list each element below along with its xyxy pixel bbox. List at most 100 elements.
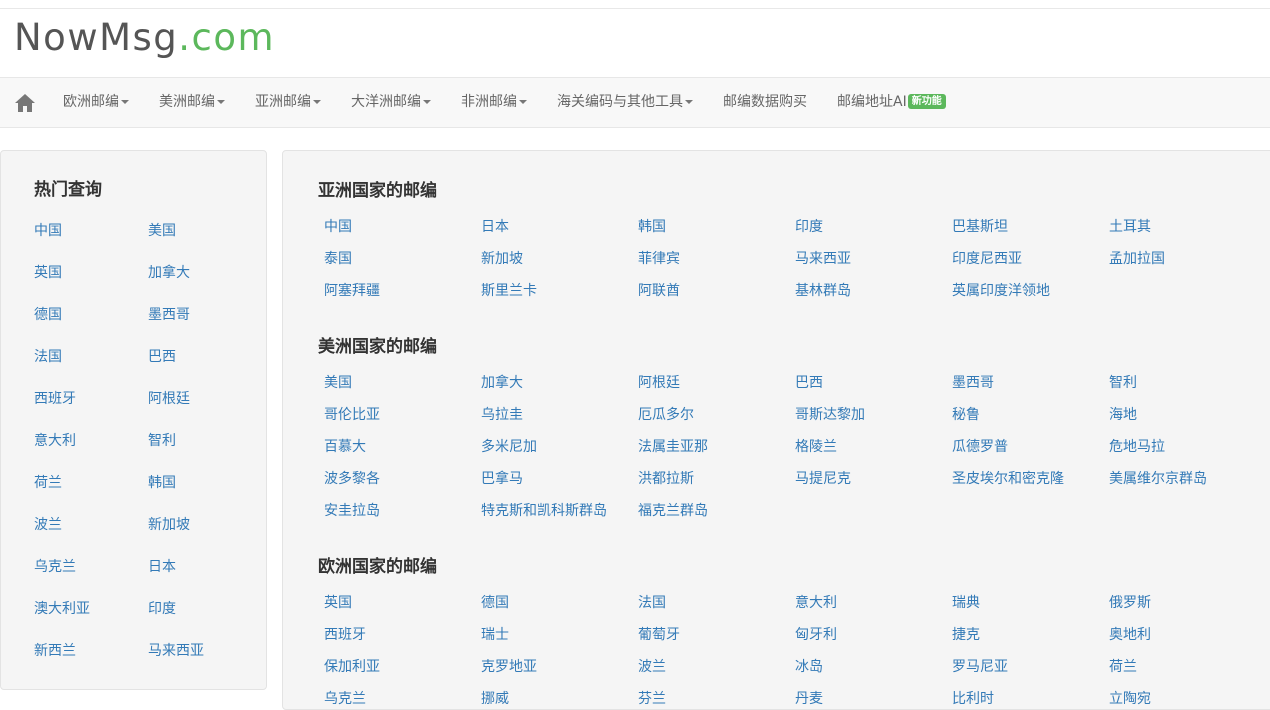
country-link[interactable]: 葡萄牙 [638, 624, 680, 644]
sidebar-country-link[interactable]: 美国 [148, 220, 176, 240]
nav-item-3[interactable]: 亚洲邮编 [255, 78, 321, 127]
country-link[interactable]: 阿联酋 [638, 280, 680, 300]
sidebar-country-link[interactable]: 波兰 [34, 514, 62, 534]
country-link[interactable]: 捷克 [952, 624, 980, 644]
country-link[interactable]: 格陵兰 [795, 436, 837, 456]
country-link[interactable]: 英属印度洋领地 [952, 280, 1050, 300]
country-link[interactable]: 瑞典 [952, 592, 980, 612]
country-link[interactable]: 德国 [481, 592, 509, 612]
country-link[interactable]: 洪都拉斯 [638, 468, 694, 488]
country-link[interactable]: 巴基斯坦 [952, 216, 1008, 236]
nav-item-1[interactable]: 欧洲邮编 [63, 78, 129, 127]
country-link[interactable]: 马提尼克 [795, 468, 851, 488]
country-link[interactable]: 丹麦 [795, 688, 823, 708]
country-link[interactable]: 罗马尼亚 [952, 656, 1008, 676]
country-link[interactable]: 土耳其 [1109, 216, 1151, 236]
country-link[interactable]: 比利时 [952, 688, 994, 708]
country-link[interactable]: 匈牙利 [795, 624, 837, 644]
site-logo[interactable]: NowMsg.com [14, 16, 275, 60]
sidebar-country-link[interactable]: 墨西哥 [148, 304, 190, 324]
country-link[interactable]: 芬兰 [638, 688, 666, 708]
sidebar-country-link[interactable]: 印度 [148, 598, 176, 618]
country-link[interactable]: 保加利亚 [324, 656, 380, 676]
country-link[interactable]: 印度 [795, 216, 823, 236]
nav-item-8[interactable]: 邮编地址AI 新功能 [837, 78, 946, 127]
country-link[interactable]: 阿塞拜疆 [324, 280, 380, 300]
country-link[interactable]: 加拿大 [481, 372, 523, 392]
nav-item-4[interactable]: 大洋洲邮编 [351, 78, 431, 127]
country-link[interactable]: 危地马拉 [1109, 436, 1165, 456]
country-link[interactable]: 韩国 [638, 216, 666, 236]
country-link[interactable]: 斯里兰卡 [481, 280, 537, 300]
sidebar-country-link[interactable]: 韩国 [148, 472, 176, 492]
country-link[interactable]: 圣皮埃尔和密克隆 [952, 468, 1064, 488]
sidebar-country-link[interactable]: 澳大利亚 [34, 598, 90, 618]
country-link[interactable]: 瑞士 [481, 624, 509, 644]
country-link[interactable]: 中国 [324, 216, 352, 236]
country-link[interactable]: 泰国 [324, 248, 352, 268]
sidebar-country-link[interactable]: 巴西 [148, 346, 176, 366]
country-link[interactable]: 西班牙 [324, 624, 366, 644]
country-link[interactable]: 新加坡 [481, 248, 523, 268]
nav-item-5[interactable]: 非洲邮编 [461, 78, 527, 127]
country-link[interactable]: 智利 [1109, 372, 1137, 392]
sidebar-country-link[interactable]: 新加坡 [148, 514, 190, 534]
country-link[interactable]: 美属维尔京群岛 [1109, 468, 1207, 488]
country-link[interactable]: 瓜德罗普 [952, 436, 1008, 456]
country-link[interactable]: 巴西 [795, 372, 823, 392]
country-link[interactable]: 英国 [324, 592, 352, 612]
country-link[interactable]: 阿根廷 [638, 372, 680, 392]
sidebar-country-link[interactable]: 马来西亚 [148, 640, 204, 660]
country-link[interactable]: 墨西哥 [952, 372, 994, 392]
country-link[interactable]: 冰岛 [795, 656, 823, 676]
country-link[interactable]: 日本 [481, 216, 509, 236]
country-link[interactable]: 法国 [638, 592, 666, 612]
country-link[interactable]: 马来西亚 [795, 248, 851, 268]
country-link[interactable]: 哥斯达黎加 [795, 404, 865, 424]
country-link[interactable]: 波兰 [638, 656, 666, 676]
sidebar-country-link[interactable]: 加拿大 [148, 262, 190, 282]
country-link[interactable]: 奥地利 [1109, 624, 1151, 644]
sidebar-country-link[interactable]: 中国 [34, 220, 62, 240]
home-icon[interactable] [14, 93, 36, 113]
country-link[interactable]: 多米尼加 [481, 436, 537, 456]
country-link[interactable]: 美国 [324, 372, 352, 392]
country-link[interactable]: 哥伦比亚 [324, 404, 380, 424]
country-link[interactable]: 俄罗斯 [1109, 592, 1151, 612]
sidebar-country-link[interactable]: 新西兰 [34, 640, 76, 660]
country-link[interactable]: 乌克兰 [324, 688, 366, 708]
country-link[interactable]: 乌拉圭 [481, 404, 523, 424]
country-link[interactable]: 法属圭亚那 [638, 436, 708, 456]
country-link[interactable]: 巴拿马 [481, 468, 523, 488]
country-link[interactable]: 印度尼西亚 [952, 248, 1022, 268]
country-link[interactable]: 荷兰 [1109, 656, 1137, 676]
sidebar-country-link[interactable]: 法国 [34, 346, 62, 366]
nav-item-6[interactable]: 海关编码与其他工具 [557, 78, 693, 127]
sidebar-country-link[interactable]: 智利 [148, 430, 176, 450]
sidebar-country-link[interactable]: 日本 [148, 556, 176, 576]
country-link[interactable]: 厄瓜多尔 [638, 404, 694, 424]
sidebar-country-link[interactable]: 意大利 [34, 430, 76, 450]
country-link[interactable]: 克罗地亚 [481, 656, 537, 676]
sidebar-country-link[interactable]: 阿根廷 [148, 388, 190, 408]
sidebar-country-link[interactable]: 英国 [34, 262, 62, 282]
country-link[interactable]: 海地 [1109, 404, 1137, 424]
country-link[interactable]: 立陶宛 [1109, 688, 1151, 708]
country-link[interactable]: 安圭拉岛 [324, 500, 380, 520]
country-link[interactable]: 菲律宾 [638, 248, 680, 268]
sidebar-country-link[interactable]: 西班牙 [34, 388, 76, 408]
nav-item-7[interactable]: 邮编数据购买 [723, 78, 807, 127]
sidebar-country-link[interactable]: 德国 [34, 304, 62, 324]
sidebar-country-link[interactable]: 乌克兰 [34, 556, 76, 576]
sidebar-country-link[interactable]: 荷兰 [34, 472, 62, 492]
country-link[interactable]: 意大利 [795, 592, 837, 612]
country-link[interactable]: 百慕大 [324, 436, 366, 456]
country-link[interactable]: 福克兰群岛 [638, 500, 708, 520]
nav-item-2[interactable]: 美洲邮编 [159, 78, 225, 127]
country-link[interactable]: 挪威 [481, 688, 509, 708]
country-link[interactable]: 秘鲁 [952, 404, 980, 424]
country-link[interactable]: 波多黎各 [324, 468, 380, 488]
country-link[interactable]: 特克斯和凯科斯群岛 [481, 500, 607, 520]
country-link[interactable]: 孟加拉国 [1109, 248, 1165, 268]
country-link[interactable]: 基林群岛 [795, 280, 851, 300]
